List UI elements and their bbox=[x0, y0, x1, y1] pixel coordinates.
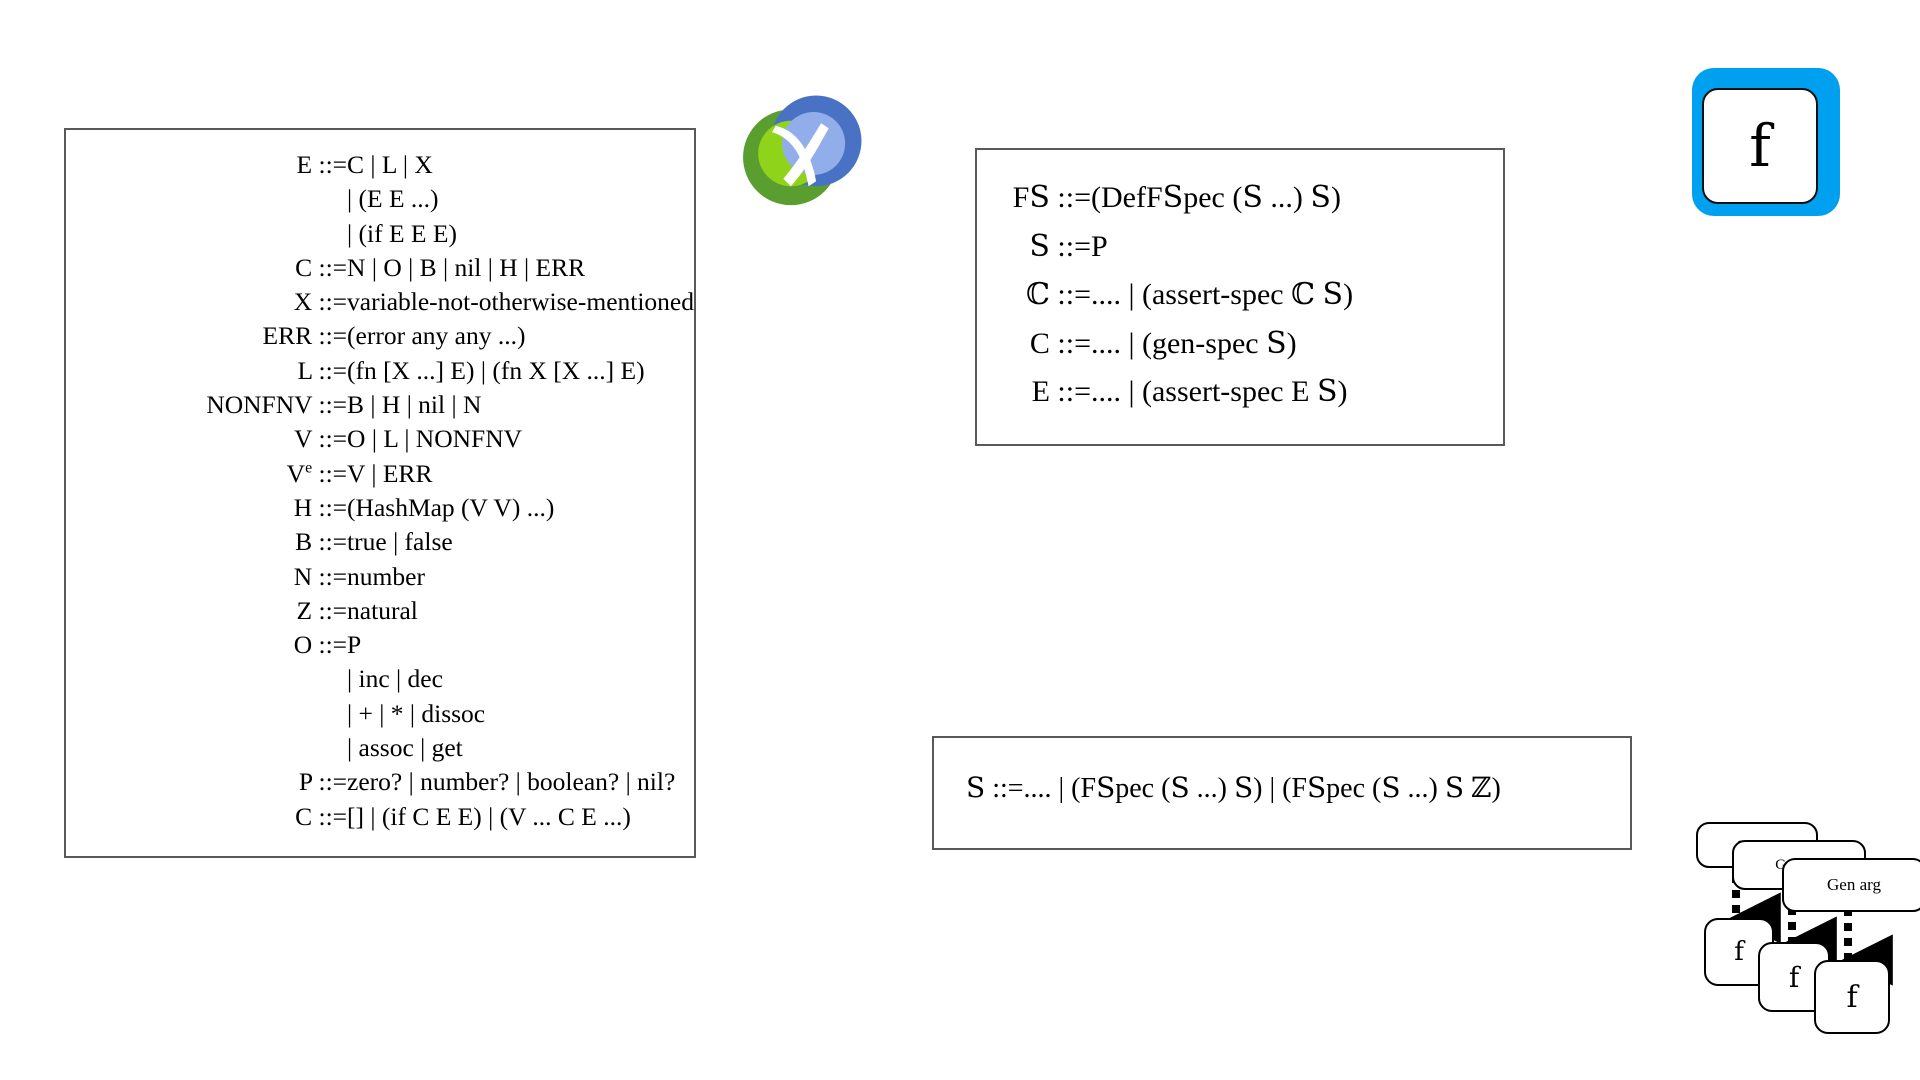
rule-rhs: (error any any ...) bbox=[347, 321, 526, 351]
rule-rhs: .... | (FSpec (S ...) S) | (FSpec (S ...… bbox=[1023, 771, 1501, 804]
f-node-label: f bbox=[1788, 960, 1800, 994]
rule-lhs: E ::= bbox=[1031, 375, 1091, 409]
grammar-rule-row: O ::= P bbox=[66, 628, 694, 662]
rule-lhs: N ::= bbox=[293, 561, 348, 591]
grammar-rule-row: NONFNV ::= B | H | nil | N bbox=[66, 388, 694, 422]
rule-rhs: | (E E ...) bbox=[347, 184, 439, 214]
rule-rhs: C | L | X bbox=[347, 150, 433, 179]
grammar-rule-row: | (if E E E) bbox=[66, 217, 694, 251]
rule-rhs: [] | (if C E E) | (V ... C E ...) bbox=[347, 801, 631, 831]
grammar-rule-row: Ve ::= V | ERR bbox=[66, 457, 694, 491]
fspec-grammar-table: S ::=.... | (FSpec (S ...) S) | (FSpec (… bbox=[966, 768, 1501, 808]
grammar-rule-row: FS ::= (DefFSpec (S ...) S) bbox=[1005, 174, 1353, 223]
rule-lhs: C ::= bbox=[295, 801, 348, 831]
gen-arg-cluster: Gen arg Gen arg Gen arg f f f bbox=[1696, 800, 1920, 1080]
rule-rhs: P bbox=[1091, 229, 1108, 263]
rule-lhs bbox=[66, 662, 347, 696]
grammar-rule-row: C ::=.... | (gen-spec S) bbox=[1005, 320, 1353, 369]
grammar-rule-row: ERR ::= (error any any ...) bbox=[66, 319, 694, 353]
rule-rhs: .... | (gen-spec S) bbox=[1091, 325, 1297, 361]
rule-rhs: zero? | number? | boolean? | nil? bbox=[347, 767, 676, 797]
rule-rhs: true | false bbox=[347, 527, 453, 557]
grammar-rule-row: H ::= (HashMap (V V) ...) bbox=[66, 491, 694, 525]
rule-rhs: .... | (assert-spec E S) bbox=[1091, 374, 1348, 410]
rule-rhs: B | H | nil | N bbox=[347, 390, 482, 420]
grammar-rule-row: V ::= O | L | NONFNV bbox=[66, 422, 694, 456]
rule-rhs: .... | (assert-spec ℂ S) bbox=[1091, 277, 1354, 313]
grammar-rule-row: | (E E ...) bbox=[66, 182, 694, 216]
grammar-rule-row: P ::= zero? | number? | boolean? | nil? bbox=[66, 765, 694, 799]
rule-lhs: S ::= bbox=[966, 771, 1024, 804]
rule-rhs: number bbox=[347, 561, 425, 591]
grammar-rule-row: S ::=.... | (FSpec (S ...) S) | (FSpec (… bbox=[966, 768, 1501, 808]
grammar-rule-row: C ::= N | O | B | nil | H | ERR bbox=[66, 251, 694, 285]
f-node-label: f bbox=[1846, 979, 1858, 1015]
rule-rhs: P bbox=[347, 630, 362, 660]
rule-rhs: (DefFSpec (S ...) S) bbox=[1091, 180, 1341, 215]
rule-lhs: FS ::= bbox=[1012, 180, 1091, 215]
grammar-rule-row: | inc | dec bbox=[66, 662, 694, 696]
rule-lhs: E ::= bbox=[296, 150, 348, 179]
rule-lhs: ERR ::= bbox=[262, 321, 348, 351]
rule-rhs: variable-not-otherwise-mentioned bbox=[347, 287, 694, 317]
core-grammar-table: E ::= C | L | X | (E E ...) | (if E E E) C :… bbox=[66, 148, 694, 834]
rule-lhs: L ::= bbox=[297, 355, 348, 385]
grammar-rule-row: B ::= true | false bbox=[66, 525, 694, 559]
rule-lhs: C ::= bbox=[295, 252, 348, 282]
rule-lhs bbox=[66, 697, 347, 731]
grammar-rule-row: L ::= (fn [X ...] E) | (fn X [X ...] E) bbox=[66, 354, 694, 388]
f-badge-label: f bbox=[1702, 88, 1818, 204]
rule-lhs: NONFNV ::= bbox=[206, 390, 348, 420]
rule-lhs: ℂ ::= bbox=[1026, 277, 1091, 313]
rule-rhs: N | O | B | nil | H | ERR bbox=[347, 252, 586, 282]
grammar-rule-row: E ::= C | L | X bbox=[66, 148, 694, 182]
gen-arg-label: Gen arg bbox=[1827, 875, 1881, 894]
grammar-rule-row: C ::=[] | (if C E E) | (V ... C E ...) bbox=[66, 800, 694, 834]
f-badge: f bbox=[1692, 68, 1840, 216]
core-grammar-box: E ::= C | L | X | (E E ...) | (if E E E) C :… bbox=[64, 128, 696, 858]
rule-lhs: C ::= bbox=[1029, 326, 1091, 360]
rule-rhs: O | L | NONFNV bbox=[347, 424, 523, 454]
rule-lhs: S ::= bbox=[1029, 228, 1091, 264]
rule-lhs: Ve ::= bbox=[286, 458, 348, 488]
rule-lhs: B ::= bbox=[295, 527, 348, 557]
rule-rhs: | + | * | dissoc bbox=[347, 698, 486, 728]
rule-rhs: (HashMap (V V) ...) bbox=[347, 492, 555, 522]
rule-lhs: Z ::= bbox=[296, 595, 348, 625]
f-node: f bbox=[1814, 960, 1890, 1034]
rule-lhs: P ::= bbox=[298, 767, 348, 797]
rule-lhs: O ::= bbox=[293, 630, 348, 660]
grammar-rule-row: | + | * | dissoc bbox=[66, 697, 694, 731]
rule-lhs bbox=[66, 731, 347, 765]
grammar-rule-row: Z ::= natural bbox=[66, 594, 694, 628]
rule-rhs: natural bbox=[347, 595, 418, 625]
rule-lhs: V ::= bbox=[294, 424, 348, 454]
grammar-rule-row: | assoc | get bbox=[66, 731, 694, 765]
rule-rhs: (fn [X ...] E) | (fn X [X ...] E) bbox=[347, 355, 645, 385]
rule-lhs: X ::= bbox=[293, 287, 348, 317]
f-node-label: f bbox=[1734, 937, 1744, 967]
rule-lhs bbox=[66, 182, 347, 216]
rule-lhs: H ::= bbox=[293, 492, 348, 522]
rule-rhs: | assoc | get bbox=[347, 733, 463, 763]
spec-grammar-box: FS ::= (DefFSpec (S ...) S) S ::= P ℂ ::=...… bbox=[975, 148, 1505, 446]
grammar-rule-row: X ::= variable-not-otherwise-mentioned bbox=[66, 285, 694, 319]
grammar-rule-row: N ::= number bbox=[66, 560, 694, 594]
rule-lhs bbox=[66, 217, 347, 251]
clojure-logo bbox=[738, 88, 864, 214]
grammar-rule-row: E ::=.... | (assert-spec E S) bbox=[1005, 368, 1353, 417]
rule-rhs: | (if E E E) bbox=[347, 218, 457, 248]
rule-rhs: V | ERR bbox=[347, 458, 433, 488]
grammar-rule-row: S ::= P bbox=[1005, 223, 1353, 272]
spec-grammar-table: FS ::= (DefFSpec (S ...) S) S ::= P ℂ ::=...… bbox=[1005, 174, 1353, 417]
rule-rhs: | inc | dec bbox=[347, 664, 443, 694]
grammar-rule-row: ℂ ::=.... | (assert-spec ℂ S) bbox=[1005, 271, 1353, 320]
gen-arg-box: Gen arg bbox=[1782, 858, 1920, 912]
fspec-grammar-box: S ::=.... | (FSpec (S ...) S) | (FSpec (… bbox=[932, 736, 1632, 850]
